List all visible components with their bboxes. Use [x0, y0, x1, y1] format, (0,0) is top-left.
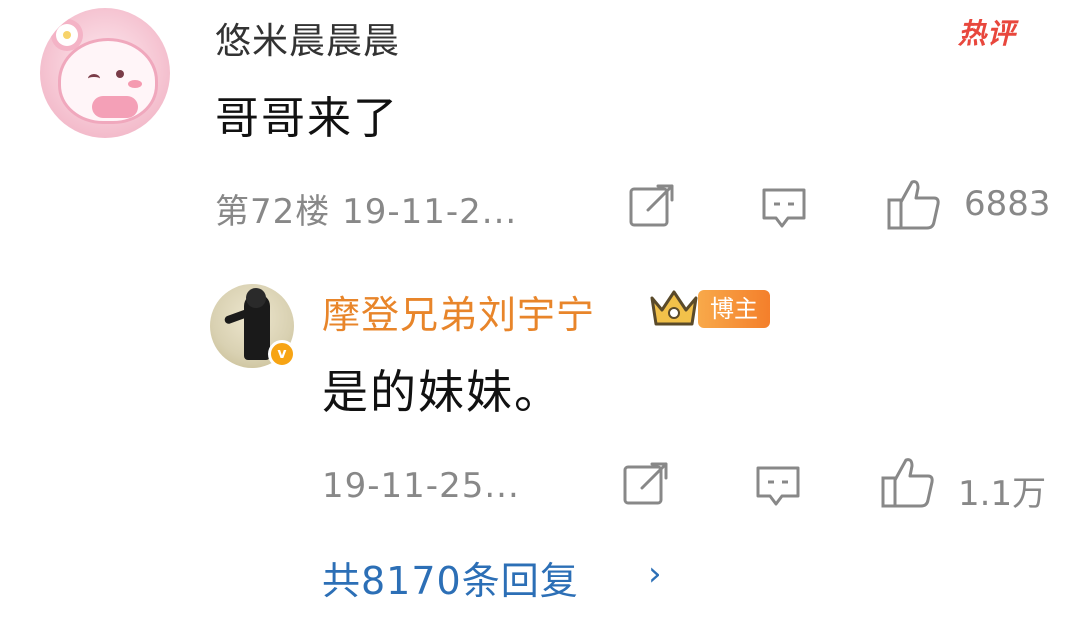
comment-text: 哥哥来了: [215, 93, 399, 144]
share-icon[interactable]: [622, 462, 670, 506]
comment-icon[interactable]: [754, 464, 802, 508]
reply-text: 是的妹妹。: [322, 365, 562, 419]
blogger-badge: 博主: [698, 290, 770, 328]
avatar-head: [246, 288, 266, 308]
reply-meta: 19-11-25...: [322, 466, 520, 506]
thumbs-up-icon[interactable]: [886, 178, 942, 230]
commenter-username[interactable]: 悠米晨晨晨: [215, 12, 400, 64]
avatar-eye-left: [88, 74, 100, 83]
reply-username[interactable]: 摩登兄弟刘宇宁: [322, 284, 595, 339]
avatar-eye-right: [116, 70, 124, 78]
verified-icon: v: [268, 340, 296, 368]
hot-comment-label: 热评: [958, 17, 1017, 50]
crown-icon: [648, 286, 700, 330]
share-icon[interactable]: [628, 184, 676, 228]
like-count: 1.1万: [958, 474, 1047, 514]
comment-icon[interactable]: [760, 186, 808, 230]
flower-icon: [56, 24, 78, 46]
commenter-avatar[interactable]: [40, 8, 170, 138]
avatar-hands: [92, 96, 138, 118]
view-all-replies-link[interactable]: 共8170条回复: [322, 550, 579, 605]
thumbs-up-icon[interactable]: [880, 456, 936, 508]
avatar-cheek: [128, 80, 142, 88]
like-count: 6883: [964, 184, 1051, 224]
chevron-right-icon[interactable]: ›: [648, 554, 662, 594]
comment-meta: 第72楼 19-11-2...: [215, 192, 518, 232]
